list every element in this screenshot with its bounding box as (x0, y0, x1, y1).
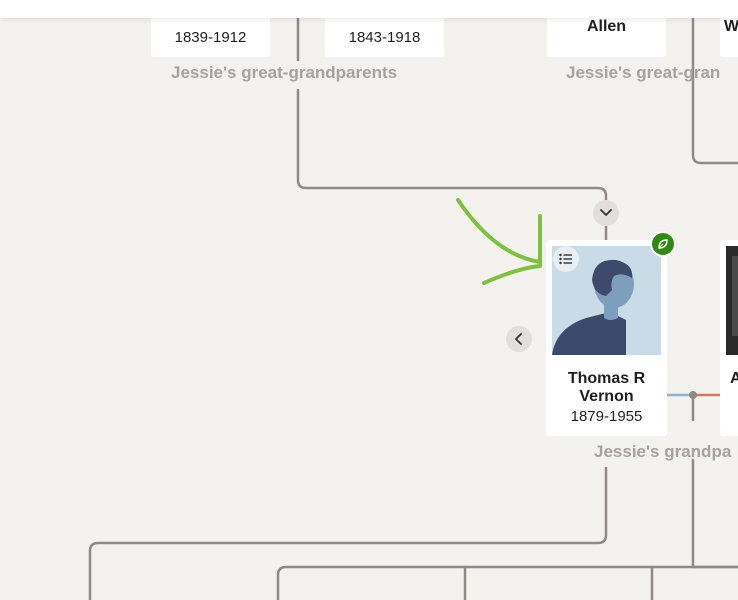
person-name-line1: Thomas R (567, 370, 646, 387)
chevron-down-icon (600, 209, 612, 216)
person-name-line2: Vernon (579, 388, 634, 405)
person-menu-button[interactable] (553, 246, 579, 272)
person-name: W (724, 18, 738, 35)
spouse-card[interactable]: A (720, 240, 738, 436)
spouse-name: A (730, 370, 738, 387)
top-toolbar (0, 0, 738, 18)
spouse-photo (726, 246, 738, 355)
show-siblings-button[interactable] (506, 326, 532, 352)
person-years: 1843-1918 (348, 29, 421, 46)
generation-label-great-grandparents: Jessie's great-grandparents (171, 63, 398, 82)
person-name: Allen (586, 18, 627, 35)
expand-parents-button[interactable] (593, 200, 619, 226)
person-years: 1879-1955 (570, 408, 643, 425)
person-years: 1839-1912 (174, 29, 247, 46)
leaf-hint-icon (658, 239, 668, 249)
generation-label-grandparents: Jessie's grandpa (594, 442, 732, 461)
record-hint-badge[interactable] (650, 231, 676, 257)
chevron-left-icon (515, 333, 522, 345)
generation-label-great-grandparents-2: Jessie's great-gran (566, 63, 721, 82)
list-icon (559, 253, 572, 265)
